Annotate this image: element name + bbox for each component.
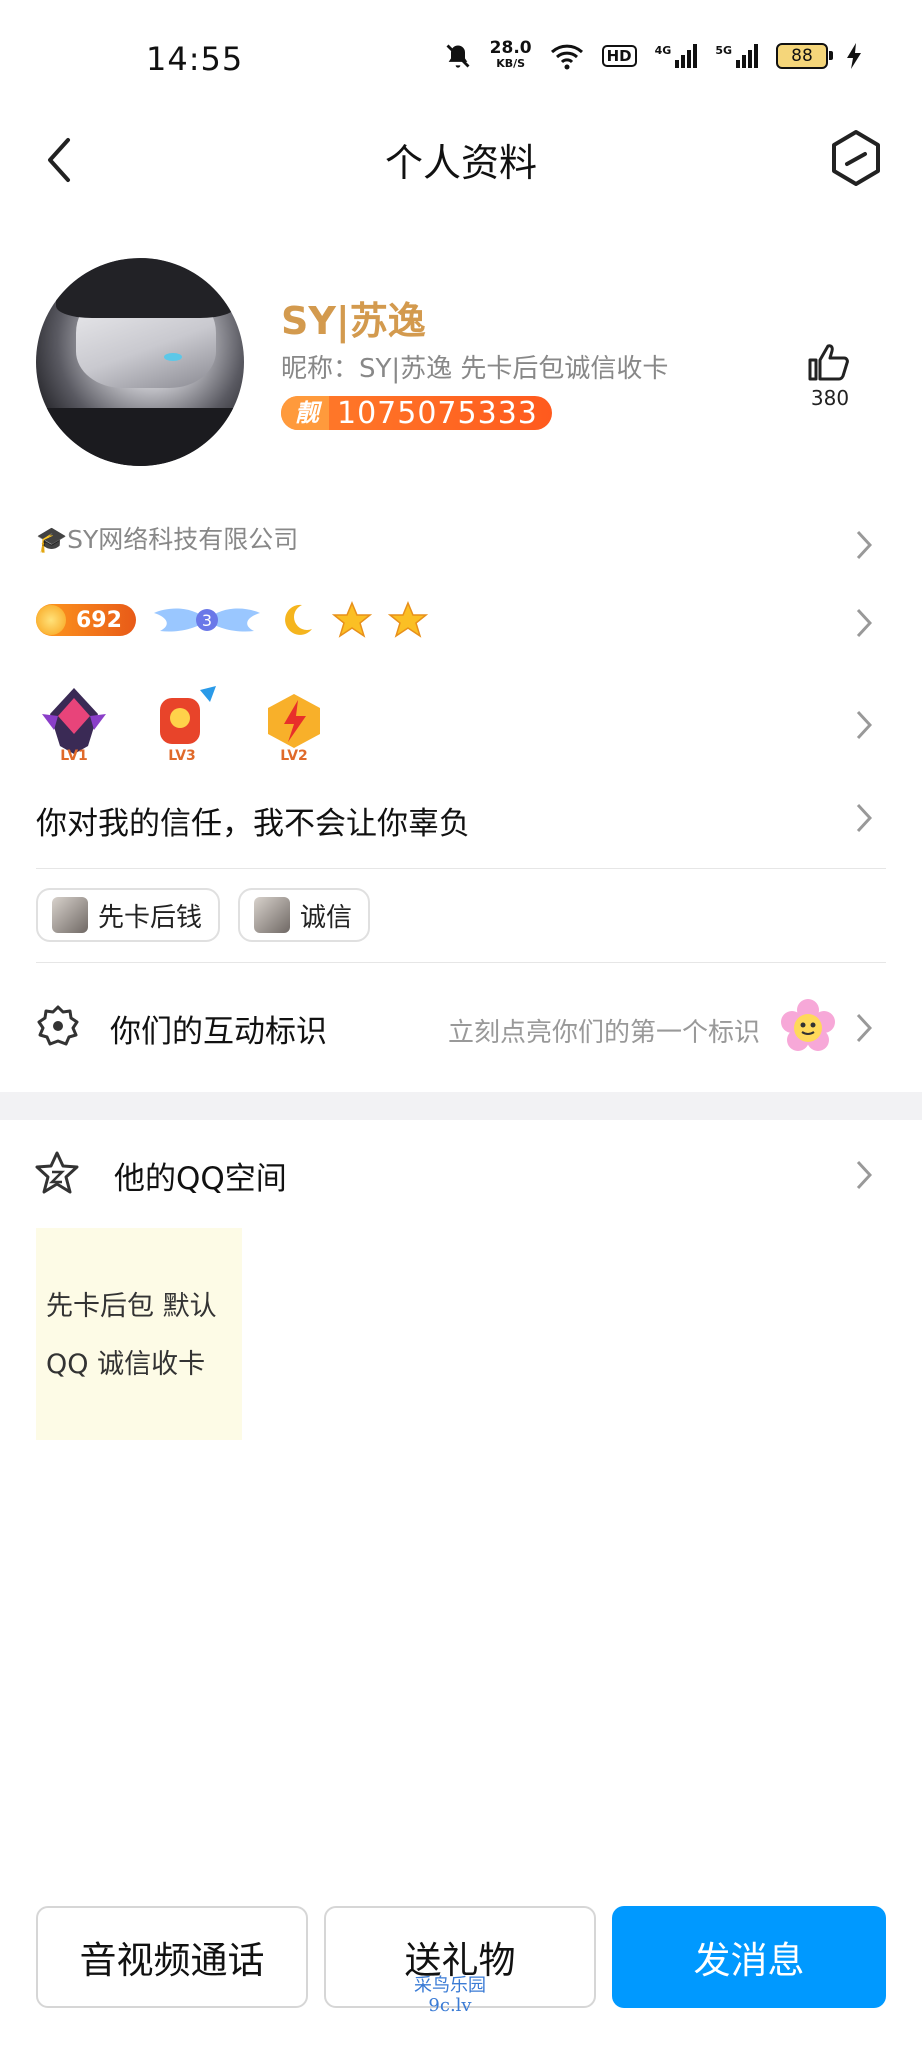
company-row[interactable]: 🎓SY网络科技有限公司 xyxy=(36,520,298,556)
svg-text:3: 3 xyxy=(202,611,212,630)
status-icons: 28.0 KB/S HD 4G 5G 88 xyxy=(444,40,862,72)
coin-badge: 692 xyxy=(36,604,136,636)
display-name: SY|苏逸 xyxy=(281,299,426,343)
qzone-label[interactable]: 他的QQ空间 xyxy=(114,1153,287,1198)
page-title: 个人资料 xyxy=(384,141,537,185)
star-outline-icon xyxy=(35,1151,79,1194)
net-speed: 28.0 KB/S xyxy=(489,38,532,71)
thumbs-up-icon[interactable] xyxy=(804,342,860,382)
badge-lv1-icon: LV1 xyxy=(42,688,106,764)
hd-icon: HD xyxy=(601,45,637,67)
game-badges-row[interactable]: LV1 LV3 LV2 xyxy=(36,684,332,764)
tag-thumb-icon xyxy=(52,897,88,933)
signal-5g-icon: 5G xyxy=(715,44,758,68)
tag-chip[interactable]: 诚信 xyxy=(238,888,371,942)
watermark: 采鸟乐园 9c.lv xyxy=(414,1975,486,2016)
signal-4g-icon: 4G xyxy=(655,44,698,68)
divider xyxy=(36,962,886,963)
svg-text:LV1: LV1 xyxy=(60,748,88,764)
tag-chip[interactable]: 先卡后钱 xyxy=(36,888,221,942)
charging-icon xyxy=(847,43,861,69)
section-separator xyxy=(0,1092,922,1120)
level-row[interactable]: 692 3 xyxy=(36,600,428,640)
tag-thumb-icon xyxy=(254,897,291,933)
status-time: 14:55 xyxy=(146,40,244,78)
send-message-button[interactable]: 发消息 xyxy=(612,1906,886,2008)
battery-icon: 88 xyxy=(776,43,833,69)
star-icon xyxy=(331,601,372,638)
avatar[interactable] xyxy=(36,258,244,466)
action-bar: 音视频通话 送礼物 发消息 采鸟乐园 9c.lv xyxy=(0,1896,922,2048)
qq-number: 1075075333 xyxy=(337,396,538,430)
badge-gear-icon xyxy=(37,1005,79,1046)
svg-text:LV3: LV3 xyxy=(168,748,196,764)
interaction-mark-label[interactable]: 你们的互动标识 xyxy=(110,1006,327,1051)
coin-icon xyxy=(36,605,66,635)
wing-level-icon: 3 xyxy=(153,608,260,632)
chevron-right-icon[interactable] xyxy=(856,1160,872,1190)
like-count: 380 xyxy=(810,386,850,410)
signature-text[interactable]: 你对我的信任，我不会让你辜负 xyxy=(36,798,470,843)
settings-hexagon-icon[interactable] xyxy=(830,128,882,188)
wifi-icon xyxy=(550,44,583,70)
flower-emoji-icon xyxy=(781,999,835,1051)
pretty-number-label: 靓 xyxy=(281,396,329,430)
qzone-preview-card[interactable]: 先卡后包 默认 QQ 诚信收卡 xyxy=(36,1228,242,1440)
divider xyxy=(36,868,886,869)
status-bar: 14:55 28.0 KB/S HD 4G 5G 88 xyxy=(0,0,922,110)
chevron-right-icon[interactable] xyxy=(856,530,872,560)
star-icon xyxy=(387,601,428,638)
tag-list: 先卡后钱 诚信 xyxy=(36,888,371,942)
video-call-button[interactable]: 音视频通话 xyxy=(36,1906,308,2008)
chevron-right-icon[interactable] xyxy=(856,710,872,740)
badge-lv3-icon: LV3 xyxy=(160,686,216,764)
badge-lv2-icon: LV2 xyxy=(268,694,320,764)
svg-text:LV2: LV2 xyxy=(280,748,308,764)
qzone-preview-line: QQ 诚信收卡 xyxy=(46,1349,206,1380)
interaction-mark-hint[interactable]: 立刻点亮你们的第一个标识 xyxy=(448,1012,760,1049)
moon-icon xyxy=(285,604,312,635)
nickname-line: 昵称：SY|苏逸 先卡后包诚信收卡 xyxy=(281,354,669,384)
qzone-preview-line: 先卡后包 默认 xyxy=(46,1291,217,1322)
mute-bell-icon xyxy=(446,44,470,68)
nav-header: 个人资料 xyxy=(0,110,922,210)
chevron-right-icon[interactable] xyxy=(856,803,872,833)
chevron-right-icon[interactable] xyxy=(856,608,872,638)
chevron-right-icon[interactable] xyxy=(856,1013,872,1043)
qq-number-badge[interactable]: 靓 1075075333 xyxy=(281,396,552,430)
